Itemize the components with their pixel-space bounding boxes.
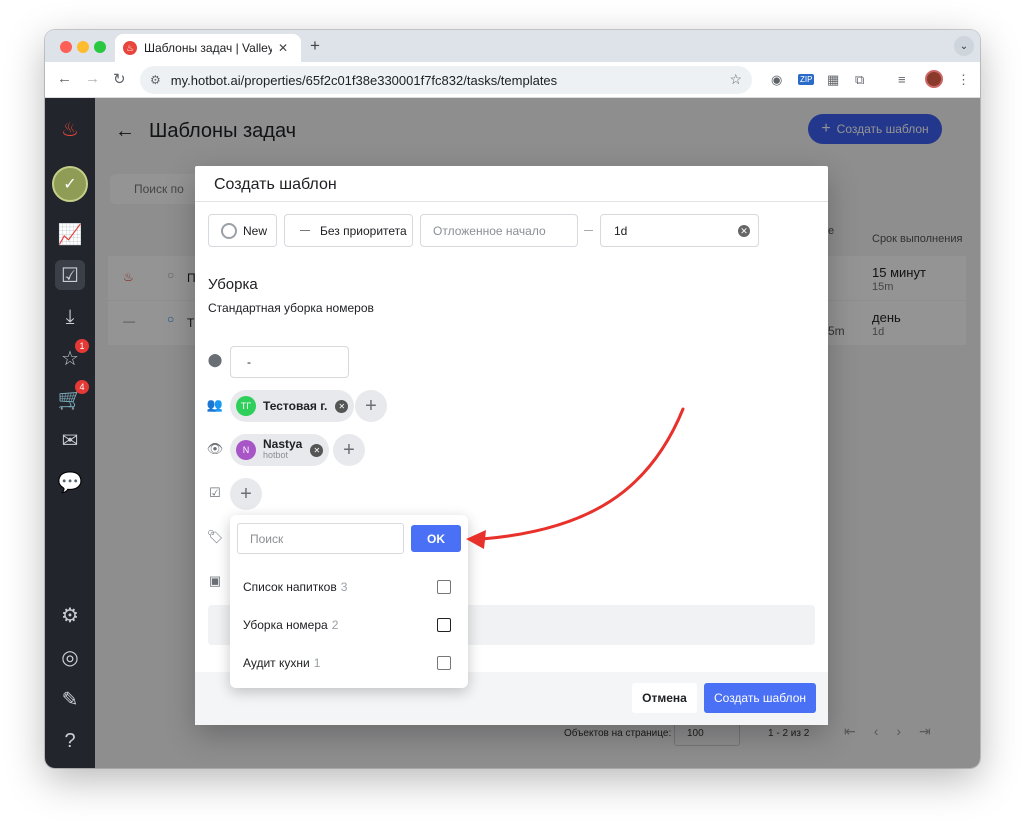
remove-assignee-icon[interactable]: ✕ (335, 399, 349, 413)
settings-gear-icon[interactable]: ⚙ (55, 600, 85, 630)
watcher-chip[interactable]: N Nastya hotbot ✕ (230, 434, 330, 466)
location-input[interactable]: - (230, 346, 349, 378)
tag-search-placeholder: Поиск (250, 531, 284, 546)
profile-avatar[interactable] (925, 70, 943, 88)
dialog-divider (195, 201, 828, 202)
chat-icon[interactable]: 💬 (55, 467, 85, 497)
tag-option-count: 2 (331, 618, 339, 632)
no-priority-icon (300, 230, 310, 231)
duration-input[interactable]: 1d ✕ (600, 214, 759, 247)
mail-open-icon[interactable]: ✉ (55, 425, 85, 455)
tag-search-input[interactable]: Поиск (237, 523, 404, 554)
edit-pencil-icon[interactable]: ✎ (55, 684, 85, 714)
location-pin-icon: ⬤ (207, 352, 223, 367)
maximize-window-button[interactable] (94, 41, 106, 53)
add-checklist-button[interactable]: + (230, 478, 262, 510)
tag-option-count: 1 (313, 656, 321, 670)
hotbot-favicon-icon: ♨ (123, 41, 137, 55)
browser-tab[interactable]: ♨ Шаблоны задач | Valley Hotel ✕ (115, 34, 301, 62)
back-nav-icon[interactable]: ← (57, 70, 72, 87)
reading-list-icon[interactable]: ≡ (898, 72, 906, 87)
analytics-icon[interactable]: 📈 (55, 219, 85, 249)
remove-watcher-icon[interactable]: ✕ (310, 443, 324, 457)
camera-icon[interactable]: ◉ (771, 72, 782, 88)
reviews-badge: 1 (75, 339, 89, 353)
close-window-button[interactable] (60, 41, 72, 53)
delayed-start-placeholder: Отложенное начало (433, 223, 546, 238)
range-dash (584, 230, 593, 231)
task-description[interactable]: Стандартная уборка номеров (208, 301, 374, 315)
minimize-window-button[interactable] (77, 41, 89, 53)
help-icon[interactable]: ? (55, 726, 85, 756)
checklist-checkbox-icon: ☑ (209, 485, 221, 500)
location-value: - (247, 355, 251, 369)
reload-icon[interactable]: ↻ (113, 70, 126, 88)
tag-ok-button[interactable]: OK (411, 525, 461, 552)
watcher-sub: hotbot (263, 450, 289, 460)
forward-nav-icon[interactable]: → (85, 70, 100, 87)
priority-selector[interactable]: Без приоритета (284, 214, 413, 247)
add-assignee-button[interactable]: + (355, 390, 387, 422)
task-title[interactable]: Уборка (208, 276, 258, 293)
clear-duration-icon[interactable]: ✕ (738, 225, 750, 237)
reviews-star-icon[interactable]: ☆ 1 (55, 339, 89, 373)
property-avatar[interactable]: ✓ (52, 166, 88, 202)
tag-option-count: 3 (340, 580, 348, 594)
inbox-download-icon[interactable]: ⤓ (55, 302, 85, 332)
browser-menu-icon[interactable]: ⋮ (957, 72, 970, 88)
site-settings-icon[interactable]: ⚙ (150, 73, 161, 87)
account-icon[interactable]: ◎ (55, 642, 85, 672)
tasks-check-icon[interactable]: ☑ (55, 260, 85, 290)
tag-dropdown: Поиск OK Список напитков 3 Уборка номера… (230, 515, 468, 688)
create-template-button[interactable]: Создать шаблон (704, 683, 816, 713)
zip-extension-icon[interactable]: ZIP (798, 74, 815, 85)
cart-icon[interactable]: 🛒 4 (55, 380, 89, 414)
tag-option-checkbox[interactable] (437, 656, 451, 670)
status-selector[interactable]: New (208, 214, 277, 247)
assignee-avatar: ТГ (236, 396, 256, 416)
watcher-avatar: N (236, 440, 256, 460)
watcher-text: Nastya hotbot (263, 437, 303, 461)
extensions-puzzle-icon[interactable]: ⧉ (855, 72, 864, 88)
tag-option-label: Уборка номера (243, 618, 328, 632)
tag-option[interactable]: Уборка номера 2 (243, 614, 461, 636)
hotbot-logo-icon[interactable]: ♨ (55, 114, 85, 144)
tag-option-checkbox[interactable] (437, 580, 451, 594)
address-bar[interactable]: ⚙ my.hotbot.ai/properties/65f2c01f38e330… (140, 66, 752, 94)
cancel-button[interactable]: Отмена (632, 683, 697, 713)
delayed-start-input[interactable]: Отложенное начало (420, 214, 578, 247)
dialog-title: Создать шаблон (214, 176, 337, 193)
tab-search-icon[interactable]: ⌄ (954, 36, 974, 56)
assignee-chip[interactable]: ТГ Тестовая г. ✕ (230, 390, 355, 422)
tag-option[interactable]: Список напитков 3 (243, 576, 461, 598)
tab-close-icon[interactable]: ✕ (278, 41, 288, 55)
watchers-eye-icon: 👁 (206, 441, 224, 456)
priority-label: Без приоритета (320, 223, 407, 238)
sidebar: ♨ ✓ 📈 ☑ ⤓ ☆ 1 🛒 4 ✉ 💬 ⚙ ◎ ✎ ? (45, 98, 95, 768)
assignee-name: Тестовая г. (263, 399, 328, 413)
orders-badge: 4 (75, 380, 89, 394)
watcher-name: Nastya (263, 437, 303, 451)
tag-option-label: Аудит кухни (243, 656, 310, 670)
tag-label-icon: 🏷 (206, 529, 224, 544)
status-radio-icon (221, 222, 237, 239)
image-icon: ▣ (208, 573, 222, 588)
tag-option-label: Список напитков (243, 580, 337, 594)
assignees-group-icon: 👥 (206, 397, 224, 412)
duration-value: 1d (614, 223, 628, 238)
new-tab-icon[interactable]: + (310, 36, 320, 56)
add-watcher-button[interactable]: + (333, 434, 365, 466)
tab-bar: ♨ Шаблоны задач | Valley Hotel ✕ + ⌄ (45, 30, 980, 62)
tag-option-checkbox[interactable] (437, 618, 451, 632)
status-label: New (243, 223, 268, 238)
bookmark-star-icon[interactable]: ☆ (729, 71, 742, 88)
tag-option[interactable]: Аудит кухни 1 (243, 652, 461, 674)
qr-code-icon[interactable]: ▦ (827, 72, 839, 88)
tab-title: Шаблоны задач | Valley Hotel (144, 41, 272, 55)
browser-toolbar: ← → ↻ ⚙ my.hotbot.ai/properties/65f2c01f… (45, 62, 980, 98)
url-text: my.hotbot.ai/properties/65f2c01f38e33000… (170, 72, 558, 88)
